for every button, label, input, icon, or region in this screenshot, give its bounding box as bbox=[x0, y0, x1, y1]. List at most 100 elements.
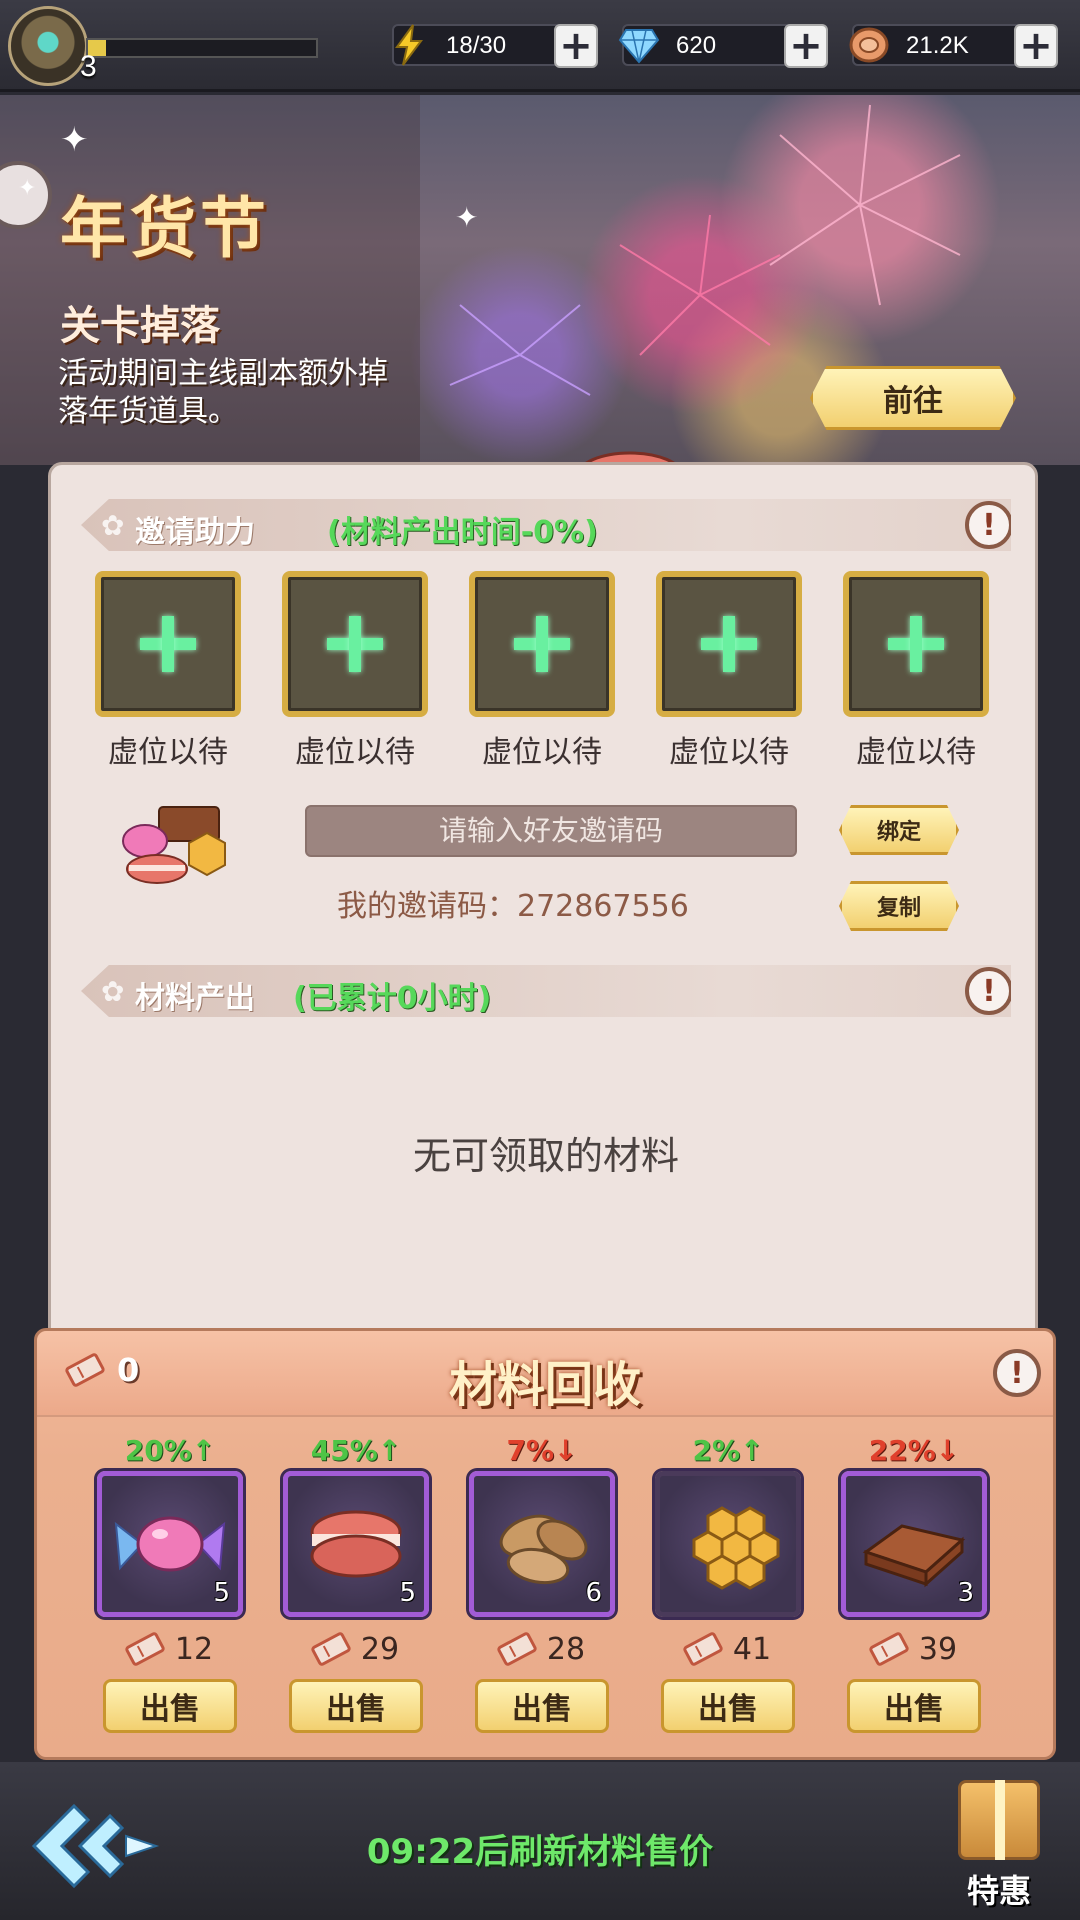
invite-info-icon[interactable]: ! bbox=[965, 501, 1011, 549]
recycle-item-chocolate: 22%↓ 3 39 出售 bbox=[841, 1431, 987, 1733]
add-gems-button[interactable]: + bbox=[784, 24, 828, 68]
event-subtitle: 关卡掉落 bbox=[60, 303, 220, 349]
price-refresh-timer: 09:22后刷新材料售价 bbox=[366, 1832, 714, 1872]
add-friend-icon[interactable] bbox=[282, 571, 428, 717]
svg-text:✦: ✦ bbox=[455, 201, 478, 234]
special-offer-button[interactable]: 特惠 bbox=[944, 1770, 1054, 1910]
recycle-title: 材料回收 bbox=[448, 1357, 641, 1413]
energy-value: 18/30 bbox=[446, 32, 507, 59]
item-quantity: 5 bbox=[213, 1578, 230, 1608]
ticket-icon bbox=[681, 1630, 724, 1668]
invite-slot-label: 虚位以待 bbox=[669, 735, 789, 770]
invite-section-header: ✿ 邀请助力 (材料产出时间-0%) ! bbox=[81, 499, 1011, 551]
price-trend: 7%↓ bbox=[506, 1434, 578, 1467]
sell-button[interactable]: 出售 bbox=[661, 1679, 795, 1733]
item-slot[interactable]: 5 bbox=[283, 1471, 429, 1617]
price-trend: 45%↑ bbox=[310, 1434, 402, 1467]
svg-text:✦: ✦ bbox=[18, 176, 36, 201]
honeycomb-icon bbox=[692, 1506, 780, 1590]
production-accumulated: (已累计0小时) bbox=[293, 981, 492, 1016]
flower-icon: ✿ bbox=[101, 975, 125, 1008]
gems-value: 620 bbox=[676, 32, 717, 59]
diamond-icon bbox=[616, 22, 662, 68]
production-info-icon[interactable]: ! bbox=[965, 967, 1011, 1015]
coins-counter: 21.2K + bbox=[849, 24, 1058, 68]
event-title: 年货节 bbox=[60, 189, 270, 267]
coins-value: 21.2K bbox=[906, 32, 969, 59]
gems-counter: 620 + bbox=[618, 24, 828, 68]
item-slot[interactable]: 3 bbox=[841, 1471, 987, 1617]
add-friend-icon[interactable] bbox=[95, 571, 241, 717]
item-price: 28 bbox=[469, 1629, 615, 1669]
event-banner: ✦ ✦ ✦ 年货节 关卡掉落 活动期间主线副本额外掉落年货道具。 前往 bbox=[0, 95, 1080, 534]
sell-button[interactable]: 出售 bbox=[289, 1679, 423, 1733]
production-section-header: ✿ 材料产出 (已累计0小时) ! bbox=[81, 965, 1011, 1017]
invite-slots: 虚位以待 虚位以待 虚位以待 虚位以待 虚位以待 bbox=[95, 571, 995, 770]
invite-panel: ✿ 邀请助力 (材料产出时间-0%) ! 虚位以待 虚位以待 虚位以待 虚位以待… bbox=[48, 462, 1038, 1342]
ticket-icon bbox=[123, 1630, 166, 1668]
invite-slot-label: 虚位以待 bbox=[856, 735, 976, 770]
ticket-icon bbox=[309, 1630, 352, 1668]
item-slot[interactable]: 6 bbox=[469, 1471, 615, 1617]
xp-bar bbox=[86, 38, 318, 58]
recycle-item-candy: 20%↑ 5 12 出售 bbox=[97, 1431, 243, 1733]
recycle-item-honeycomb: 2%↑ 41 出售 bbox=[655, 1431, 801, 1733]
invite-slot[interactable]: 虚位以待 bbox=[282, 571, 428, 771]
material-recycle-panel: 0 材料回收 ! 20%↑ 5 12 出售 45%↑ 5 29 出售 7%↓ 6… bbox=[34, 1328, 1056, 1760]
sell-button[interactable]: 出售 bbox=[103, 1679, 237, 1733]
item-price-value: 41 bbox=[732, 1631, 772, 1667]
invite-title: 邀请助力 bbox=[135, 515, 255, 550]
invite-slot[interactable]: 虚位以待 bbox=[95, 571, 241, 771]
invite-slot-label: 虚位以待 bbox=[295, 735, 415, 770]
event-description: 活动期间主线副本额外掉落年货道具。 bbox=[58, 356, 388, 429]
item-slot[interactable] bbox=[655, 1471, 801, 1617]
gift-box-icon bbox=[958, 1780, 1040, 1860]
add-friend-icon[interactable] bbox=[843, 571, 989, 717]
item-quantity: 6 bbox=[585, 1578, 602, 1608]
item-price: 41 bbox=[655, 1629, 801, 1669]
item-price-value: 28 bbox=[546, 1631, 586, 1667]
price-trend: 20%↑ bbox=[124, 1434, 216, 1467]
player-avatar[interactable] bbox=[8, 6, 88, 86]
item-quantity: 5 bbox=[399, 1578, 416, 1608]
invite-slot[interactable]: 虚位以待 bbox=[656, 571, 802, 771]
special-offer-label: 特惠 bbox=[966, 1872, 1031, 1910]
recycle-item-macaron: 45%↑ 5 29 出售 bbox=[283, 1431, 429, 1733]
recycle-items: 20%↑ 5 12 出售 45%↑ 5 29 出售 7%↓ 6 28 出售 2%… bbox=[97, 1431, 1037, 1751]
invite-slot-label: 虚位以待 bbox=[482, 735, 602, 770]
svg-text:✦: ✦ bbox=[60, 120, 89, 160]
footer-bar: 09:22后刷新材料售价 特惠 bbox=[0, 1762, 1080, 1920]
sell-button[interactable]: 出售 bbox=[475, 1679, 609, 1733]
production-title: 材料产出 bbox=[135, 981, 255, 1016]
energy-counter: 18/30 + bbox=[392, 24, 598, 68]
sell-button[interactable]: 出售 bbox=[847, 1679, 981, 1733]
add-friend-icon[interactable] bbox=[656, 571, 802, 717]
add-friend-icon[interactable] bbox=[469, 571, 615, 717]
invite-slot[interactable]: 虚位以待 bbox=[469, 571, 615, 771]
recycle-header: 0 材料回收 ! bbox=[37, 1331, 1053, 1417]
invite-code-row: 请输入好友邀请码 我的邀请码：272867556 绑定 复制 bbox=[51, 795, 1041, 931]
copy-button[interactable]: 复制 bbox=[839, 881, 959, 931]
coin-icon bbox=[846, 22, 892, 68]
lightning-icon bbox=[386, 22, 432, 68]
invite-slot-label: 虚位以待 bbox=[108, 735, 228, 770]
invite-bonus: (材料产出时间-0%) bbox=[327, 515, 598, 550]
item-quantity: 3 bbox=[957, 1578, 974, 1608]
ticket-icon bbox=[867, 1630, 910, 1668]
bind-button[interactable]: 绑定 bbox=[839, 805, 959, 855]
candy-pile-icon bbox=[122, 806, 226, 884]
recycle-item-almond: 7%↓ 6 28 出售 bbox=[469, 1431, 615, 1733]
item-price: 12 bbox=[97, 1629, 243, 1669]
my-invite-code: 我的邀请码：272867556 bbox=[337, 889, 689, 924]
price-trend: 22%↓ bbox=[868, 1434, 960, 1467]
add-energy-button[interactable]: + bbox=[554, 24, 598, 68]
invite-slot[interactable]: 虚位以待 bbox=[843, 571, 989, 771]
item-slot[interactable]: 5 bbox=[97, 1471, 243, 1617]
price-trend: 2%↑ bbox=[692, 1434, 764, 1467]
empty-materials-message: 无可领取的材料 bbox=[412, 1134, 679, 1178]
goto-button[interactable]: 前往 bbox=[810, 366, 1016, 430]
ticket-icon bbox=[495, 1630, 538, 1668]
invite-code-input[interactable]: 请输入好友邀请码 bbox=[305, 805, 797, 857]
add-coins-button[interactable]: + bbox=[1014, 24, 1058, 68]
recycle-info-icon[interactable]: ! bbox=[993, 1349, 1041, 1397]
